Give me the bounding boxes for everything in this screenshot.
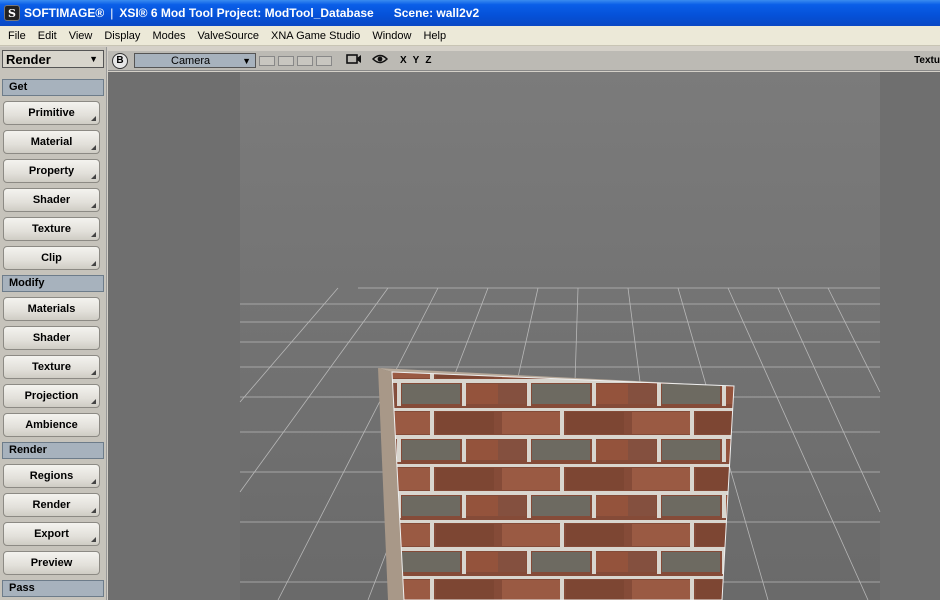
projection-button-label: Projection: [24, 390, 79, 402]
submenu-arrow-icon: [91, 370, 96, 375]
3d-viewport[interactable]: [108, 72, 940, 600]
primitive-button[interactable]: Primitive: [3, 101, 100, 125]
menu-view[interactable]: View: [63, 30, 99, 42]
submenu-arrow-icon: [91, 261, 96, 266]
regions-button-label: Regions: [29, 470, 74, 482]
texture-get-button[interactable]: Texture: [3, 217, 100, 241]
app-name: SOFTIMAGE®: [24, 6, 105, 20]
menu-bar: File Edit View Display Modes ValveSource…: [0, 26, 940, 46]
viewport-scene: [108, 72, 940, 600]
shader-modify-button-label: Shader: [32, 332, 71, 344]
axis-y-toggle[interactable]: Y: [413, 55, 420, 66]
submenu-arrow-icon: [91, 399, 96, 404]
render-button-label: Render: [32, 499, 71, 511]
section-modify[interactable]: Modify: [2, 275, 104, 292]
property-button-label: Property: [28, 165, 75, 177]
material-button-label: Material: [30, 136, 73, 148]
menu-edit[interactable]: Edit: [32, 30, 63, 42]
texture-modify-button[interactable]: Texture: [3, 355, 100, 379]
menu-window[interactable]: Window: [366, 30, 417, 42]
render-button[interactable]: Render: [3, 493, 100, 517]
preview-button[interactable]: Preview: [3, 551, 100, 575]
title-separator: |: [110, 6, 114, 20]
axis-z-toggle[interactable]: Z: [425, 55, 431, 66]
chevron-down-icon: ▼: [242, 55, 251, 66]
menu-modes[interactable]: Modes: [146, 30, 191, 42]
submenu-arrow-icon: [91, 174, 96, 179]
submenu-arrow-icon: [91, 116, 96, 121]
menu-xna-game-studio[interactable]: XNA Game Studio: [265, 30, 366, 42]
brick-wall-model: [378, 368, 735, 600]
display-mode-menu[interactable]: Textu: [914, 55, 940, 66]
ambience-button[interactable]: Ambience: [3, 413, 100, 437]
menu-valvesource[interactable]: ValveSource: [191, 30, 265, 42]
chevron-down-icon: ▼: [89, 54, 98, 64]
section-get[interactable]: Get: [2, 79, 104, 96]
regions-button[interactable]: Regions: [3, 464, 100, 488]
viewport-slot-3[interactable]: [297, 55, 313, 66]
submenu-arrow-icon: [91, 508, 96, 513]
viewport-slot-1[interactable]: [259, 55, 275, 66]
softimage-logo-icon: S: [4, 5, 20, 21]
scene-name: Scene: wall2v2: [393, 6, 480, 20]
materials-button[interactable]: Materials: [3, 297, 100, 321]
section-pass[interactable]: Pass: [2, 580, 104, 597]
export-button-label: Export: [34, 528, 69, 540]
menu-file[interactable]: File: [2, 30, 32, 42]
viewport-slot-4[interactable]: [316, 55, 332, 66]
clip-button[interactable]: Clip: [3, 246, 100, 270]
texture-modify-button-label: Texture: [32, 361, 71, 373]
camera-icon[interactable]: [346, 53, 362, 68]
mode-selector[interactable]: Render ▼: [2, 50, 104, 68]
export-button[interactable]: Export: [3, 522, 100, 546]
window-titlebar: S SOFTIMAGE® | XSI® 6 Mod Tool Project: …: [0, 0, 940, 26]
project-name: XSI® 6 Mod Tool Project: ModTool_Databas…: [119, 6, 374, 20]
viewport-b-button[interactable]: B: [112, 52, 128, 69]
camera-label: Camera: [171, 54, 211, 67]
property-button[interactable]: Property: [3, 159, 100, 183]
menu-help[interactable]: Help: [417, 30, 452, 42]
section-render[interactable]: Render: [2, 442, 104, 459]
submenu-arrow-icon: [91, 537, 96, 542]
shader-modify-button[interactable]: Shader: [3, 326, 100, 350]
primitive-button-label: Primitive: [28, 107, 75, 119]
shader-get-button[interactable]: Shader: [3, 188, 100, 212]
materials-button-label: Materials: [27, 303, 76, 315]
eye-icon[interactable]: [371, 53, 389, 68]
shader-get-button-label: Shader: [32, 194, 71, 206]
material-button[interactable]: Material: [3, 130, 100, 154]
submenu-arrow-icon: [91, 145, 96, 150]
submenu-arrow-icon: [91, 232, 96, 237]
toolbar-panel: Render ▼ Get Primitive Material Property…: [0, 47, 107, 600]
submenu-arrow-icon: [91, 203, 96, 208]
viewport-slot-2[interactable]: [278, 55, 294, 66]
ambience-button-label: Ambience: [25, 419, 78, 431]
camera-selector[interactable]: Camera ▼: [134, 53, 256, 68]
projection-button[interactable]: Projection: [3, 384, 100, 408]
menu-display[interactable]: Display: [98, 30, 146, 42]
submenu-arrow-icon: [91, 479, 96, 484]
clip-button-label: Clip: [41, 252, 62, 264]
viewport-toolbar: B Camera ▼ X Y Z Textu: [108, 51, 940, 71]
preview-button-label: Preview: [30, 557, 73, 569]
texture-get-button-label: Texture: [32, 223, 71, 235]
mode-label: Render: [6, 51, 51, 67]
axis-x-toggle[interactable]: X: [400, 55, 407, 66]
